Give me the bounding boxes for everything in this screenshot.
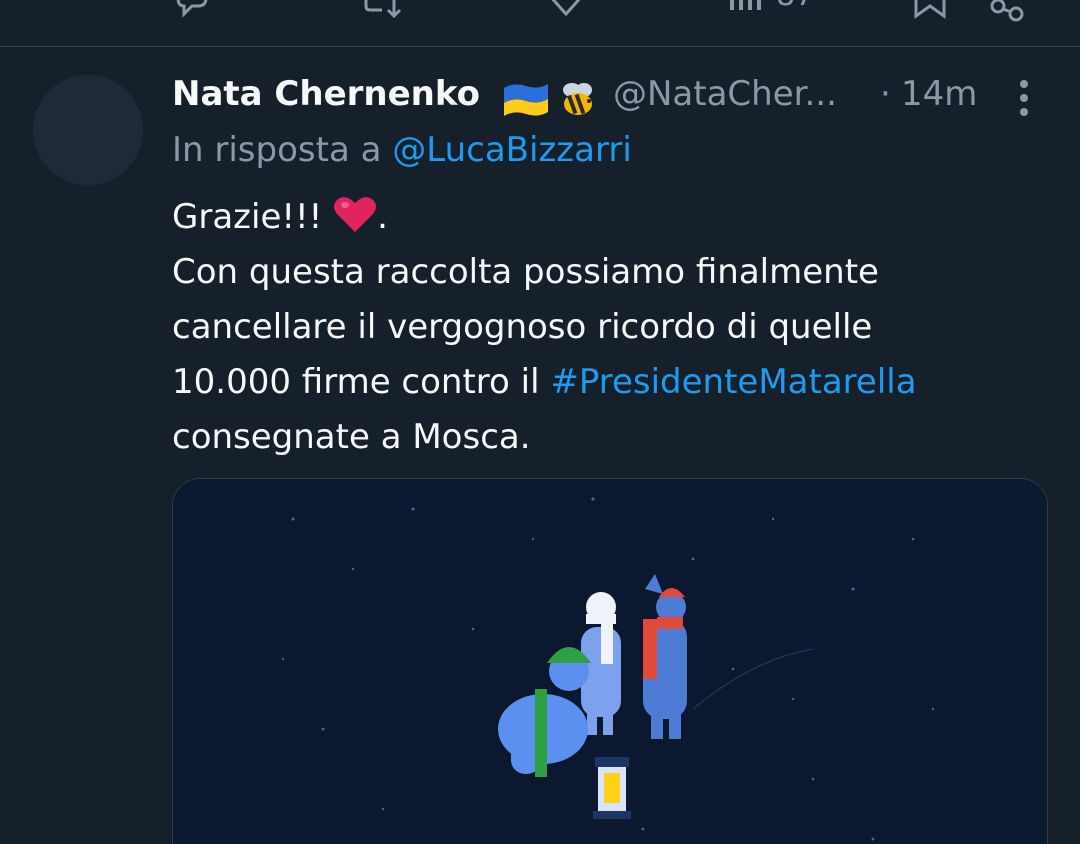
views-icon[interactable] [726,0,766,22]
timestamp[interactable]: 14m [901,74,977,114]
ukraine-flag-icon [504,84,548,116]
tweet-divider [0,46,1080,47]
hashtag-link[interactable]: #PresidenteMatarella [550,362,916,402]
tweet-text-line-2: Con questa raccolta possiamo finalmente [172,252,879,292]
avatar[interactable] [33,75,143,185]
bookmark-icon[interactable] [912,0,948,22]
author-handle[interactable]: @NataCher... [613,74,837,114]
illustration-children-with-lantern [173,479,1047,844]
reply-context: In risposta a @LucaBizzarri [172,130,632,170]
red-heart-icon [334,197,377,232]
retweet-icon[interactable] [360,0,404,22]
more-vertical-icon[interactable] [1014,78,1034,118]
text-segment: 10.000 firme contro il [172,362,551,402]
tweet-media-image[interactable] [172,478,1048,844]
separator-dot: · [880,74,891,114]
tweet-text-line-3: cancellare il vergognoso ricordo di quel… [172,307,873,347]
like-icon[interactable] [546,0,586,22]
author-name[interactable]: Nata Chernenko [172,74,480,114]
tweet-text-line-5: consegnate a Mosca. [172,417,531,457]
text-segment: . [377,197,388,237]
bee-icon [563,83,592,115]
screen: 87 Nata Chernenko @NataCher... · 14m [0,0,1080,844]
reply-icon[interactable] [172,0,212,22]
text-segment: Grazie!!! [172,197,334,237]
reply-mention-link[interactable]: @LucaBizzarri [392,130,632,170]
tweet-text: Grazie!!! . Con questa raccolta possiamo… [172,190,1052,465]
tweet-text-line-1: Grazie!!! . [172,190,1052,245]
share-icon[interactable] [986,0,1026,22]
reply-prefix: In risposta a [172,130,393,170]
tweet-header: Nata Chernenko @NataCher... · 14m [172,74,1032,120]
tweet-text-line-4: 10.000 firme contro il #PresidenteMatare… [172,355,1052,410]
lantern-icon [593,757,631,819]
views-count: 87 [776,0,814,13]
previous-tweet-actions: 87 [0,0,1080,46]
